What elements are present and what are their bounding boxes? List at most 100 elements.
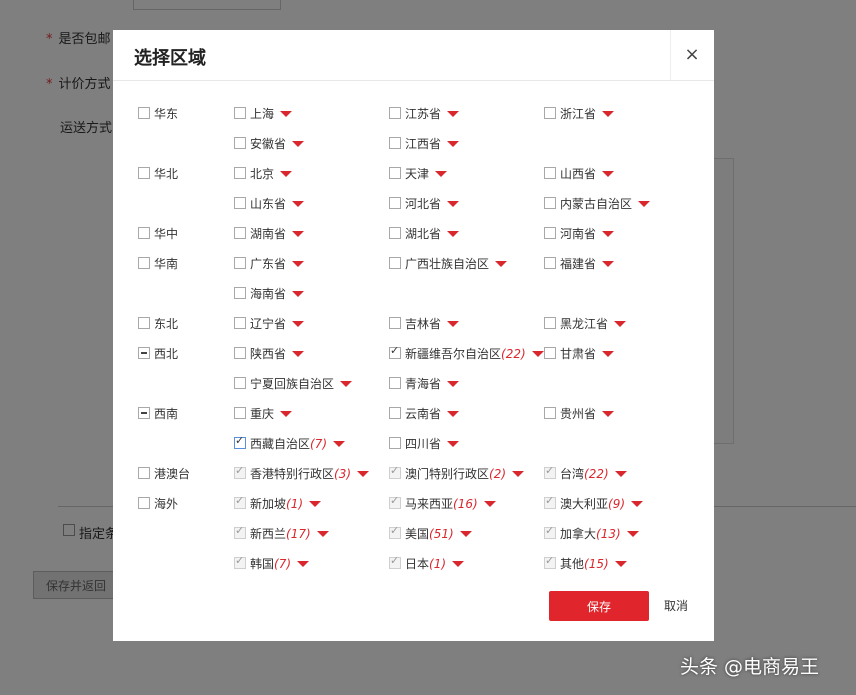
province-item[interactable]: 陕西省 xyxy=(234,345,305,363)
province-item[interactable]: 日本(1) xyxy=(389,554,465,573)
region-item[interactable]: 华北 xyxy=(138,165,178,183)
province-checkbox[interactable] xyxy=(234,347,246,359)
province-item[interactable]: 青海省 xyxy=(389,375,460,393)
caret-down-icon[interactable] xyxy=(340,381,353,387)
save-button[interactable]: 保存 xyxy=(549,591,649,621)
caret-down-icon[interactable] xyxy=(602,411,615,417)
caret-down-icon[interactable] xyxy=(626,531,639,537)
caret-down-icon[interactable] xyxy=(614,321,627,327)
province-item[interactable]: 湖南省 xyxy=(234,225,305,243)
caret-down-icon[interactable] xyxy=(452,561,465,567)
province-item[interactable]: 韩国(7) xyxy=(234,554,310,573)
caret-down-icon[interactable] xyxy=(292,201,305,207)
region-checkbox[interactable] xyxy=(138,317,150,329)
province-checkbox[interactable] xyxy=(389,257,401,269)
province-item[interactable]: 河北省 xyxy=(389,195,460,213)
province-item[interactable]: 香港特别行政区(3) xyxy=(234,464,370,483)
province-checkbox[interactable] xyxy=(544,347,556,359)
province-item[interactable]: 海南省 xyxy=(234,285,305,303)
province-checkbox[interactable] xyxy=(234,377,246,389)
province-item[interactable]: 广西壮族自治区 xyxy=(389,255,508,273)
region-checkbox[interactable] xyxy=(138,107,150,119)
province-item[interactable]: 山东省 xyxy=(234,195,305,213)
province-item[interactable]: 新西兰(17) xyxy=(234,524,329,543)
province-checkbox[interactable] xyxy=(389,317,401,329)
caret-down-icon[interactable] xyxy=(638,201,651,207)
province-checkbox[interactable] xyxy=(544,197,556,209)
close-icon[interactable]: × xyxy=(679,42,705,68)
province-checkbox[interactable] xyxy=(389,407,401,419)
province-item[interactable]: 新疆维吾尔自治区(22) xyxy=(389,344,544,363)
region-checkbox[interactable] xyxy=(138,347,150,359)
caret-down-icon[interactable] xyxy=(297,561,310,567)
province-checkbox[interactable] xyxy=(389,137,401,149)
caret-down-icon[interactable] xyxy=(602,171,615,177)
caret-down-icon[interactable] xyxy=(447,141,460,147)
caret-down-icon[interactable] xyxy=(292,291,305,297)
caret-down-icon[interactable] xyxy=(447,231,460,237)
province-item[interactable]: 辽宁省 xyxy=(234,315,305,333)
caret-down-icon[interactable] xyxy=(602,231,615,237)
cancel-button[interactable]: 取消 xyxy=(664,597,688,614)
province-item[interactable]: 上海 xyxy=(234,105,293,123)
province-item[interactable]: 安徽省 xyxy=(234,135,305,153)
province-item[interactable]: 台湾(22) xyxy=(544,464,627,483)
province-checkbox[interactable] xyxy=(234,407,246,419)
caret-down-icon[interactable] xyxy=(447,441,460,447)
province-item[interactable]: 四川省 xyxy=(389,435,460,453)
caret-down-icon[interactable] xyxy=(292,261,305,267)
province-item[interactable]: 甘肃省 xyxy=(544,345,615,363)
caret-down-icon[interactable] xyxy=(531,351,544,357)
region-item[interactable]: 华中 xyxy=(138,225,178,243)
province-checkbox[interactable] xyxy=(389,227,401,239)
caret-down-icon[interactable] xyxy=(280,411,293,417)
province-item[interactable]: 美国(51) xyxy=(389,524,472,543)
caret-down-icon[interactable] xyxy=(333,441,346,447)
province-item[interactable]: 云南省 xyxy=(389,405,460,423)
region-item[interactable]: 海外 xyxy=(138,495,178,513)
province-item[interactable]: 宁夏回族自治区 xyxy=(234,375,353,393)
caret-down-icon[interactable] xyxy=(316,531,329,537)
province-item[interactable]: 河南省 xyxy=(544,225,615,243)
province-item[interactable]: 贵州省 xyxy=(544,405,615,423)
caret-down-icon[interactable] xyxy=(483,501,496,507)
caret-down-icon[interactable] xyxy=(447,411,460,417)
province-checkbox[interactable] xyxy=(234,227,246,239)
caret-down-icon[interactable] xyxy=(459,531,472,537)
province-item[interactable]: 西藏自治区(7) xyxy=(234,434,346,453)
caret-down-icon[interactable] xyxy=(614,561,627,567)
region-checkbox[interactable] xyxy=(138,407,150,419)
province-checkbox[interactable] xyxy=(234,197,246,209)
caret-down-icon[interactable] xyxy=(614,471,627,477)
province-checkbox[interactable] xyxy=(544,317,556,329)
province-checkbox[interactable] xyxy=(389,197,401,209)
province-item[interactable]: 天津 xyxy=(389,165,448,183)
province-item[interactable]: 吉林省 xyxy=(389,315,460,333)
caret-down-icon[interactable] xyxy=(292,231,305,237)
province-item[interactable]: 湖北省 xyxy=(389,225,460,243)
caret-down-icon[interactable] xyxy=(280,111,293,117)
province-item[interactable]: 福建省 xyxy=(544,255,615,273)
province-item[interactable]: 广东省 xyxy=(234,255,305,273)
province-checkbox[interactable] xyxy=(544,167,556,179)
province-checkbox[interactable] xyxy=(234,287,246,299)
province-checkbox[interactable] xyxy=(389,107,401,119)
province-item[interactable]: 内蒙古自治区 xyxy=(544,195,651,213)
province-item[interactable]: 黑龙江省 xyxy=(544,315,627,333)
province-checkbox[interactable] xyxy=(389,344,401,359)
province-item[interactable]: 江苏省 xyxy=(389,105,460,123)
province-checkbox[interactable] xyxy=(234,107,246,119)
province-item[interactable]: 马来西亚(16) xyxy=(389,494,496,513)
province-item[interactable]: 澳门特别行政区(2) xyxy=(389,464,525,483)
caret-down-icon[interactable] xyxy=(495,261,508,267)
caret-down-icon[interactable] xyxy=(602,111,615,117)
region-item[interactable]: 东北 xyxy=(138,315,178,333)
province-checkbox[interactable] xyxy=(544,257,556,269)
province-checkbox[interactable] xyxy=(389,167,401,179)
caret-down-icon[interactable] xyxy=(512,471,525,477)
region-item[interactable]: 港澳台 xyxy=(138,465,190,483)
caret-down-icon[interactable] xyxy=(602,351,615,357)
region-item[interactable]: 华南 xyxy=(138,255,178,273)
province-checkbox[interactable] xyxy=(234,167,246,179)
province-checkbox[interactable] xyxy=(544,407,556,419)
